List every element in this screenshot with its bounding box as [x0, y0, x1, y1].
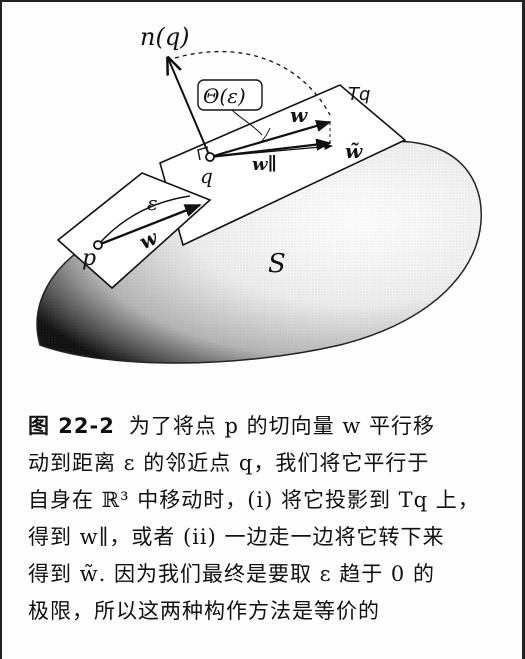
- label-surface: S: [268, 249, 286, 279]
- caption-line-3: 自身在 ℝ³ 中移动时，(i) 将它投影到 Tq 上，: [28, 488, 480, 512]
- label-w-parallel: w∥: [252, 154, 277, 175]
- label-normal: n(q): [140, 23, 190, 51]
- figure-caption: 图 22-2 为了将点 p 的切向量 w 平行移 动到距离 ε 的邻近点 q，我们…: [28, 408, 498, 630]
- caption-line-5: 得到 w̃. 因为我们最终是要取 ε 趋于 0 的: [28, 562, 435, 586]
- label-epsilon: ε: [147, 191, 158, 215]
- caption-line-4: 得到 w∥，或者 (ii) 一边走一边将它转下来: [28, 525, 445, 549]
- point-q: [205, 152, 215, 162]
- label-w-at-q: w: [290, 103, 308, 127]
- label-p: p: [82, 246, 96, 271]
- label-angle: Θ(ε): [203, 84, 246, 108]
- label-w-tilde: w̃: [345, 139, 363, 163]
- label-q: q: [200, 164, 213, 188]
- caption-line-2: 动到距离 ε 的邻近点 q，我们将它平行于: [28, 451, 430, 475]
- caption-line-6: 极限，所以这两种构作方法是等价的: [28, 599, 380, 623]
- page: n(q) Θ(ε) Tq q p w w w∥ w̃ ε S 图 22-2 为了将…: [0, 0, 525, 659]
- caption-line-1: 图 22-2 为了将点 p 的切向量 w 平行移: [28, 414, 435, 438]
- parallel-transport-figure: n(q) Θ(ε) Tq q p w w w∥ w̃ ε S: [36, 23, 482, 364]
- figure-number: 图 22-2: [28, 414, 115, 438]
- label-tangent-plane: Tq: [348, 84, 370, 105]
